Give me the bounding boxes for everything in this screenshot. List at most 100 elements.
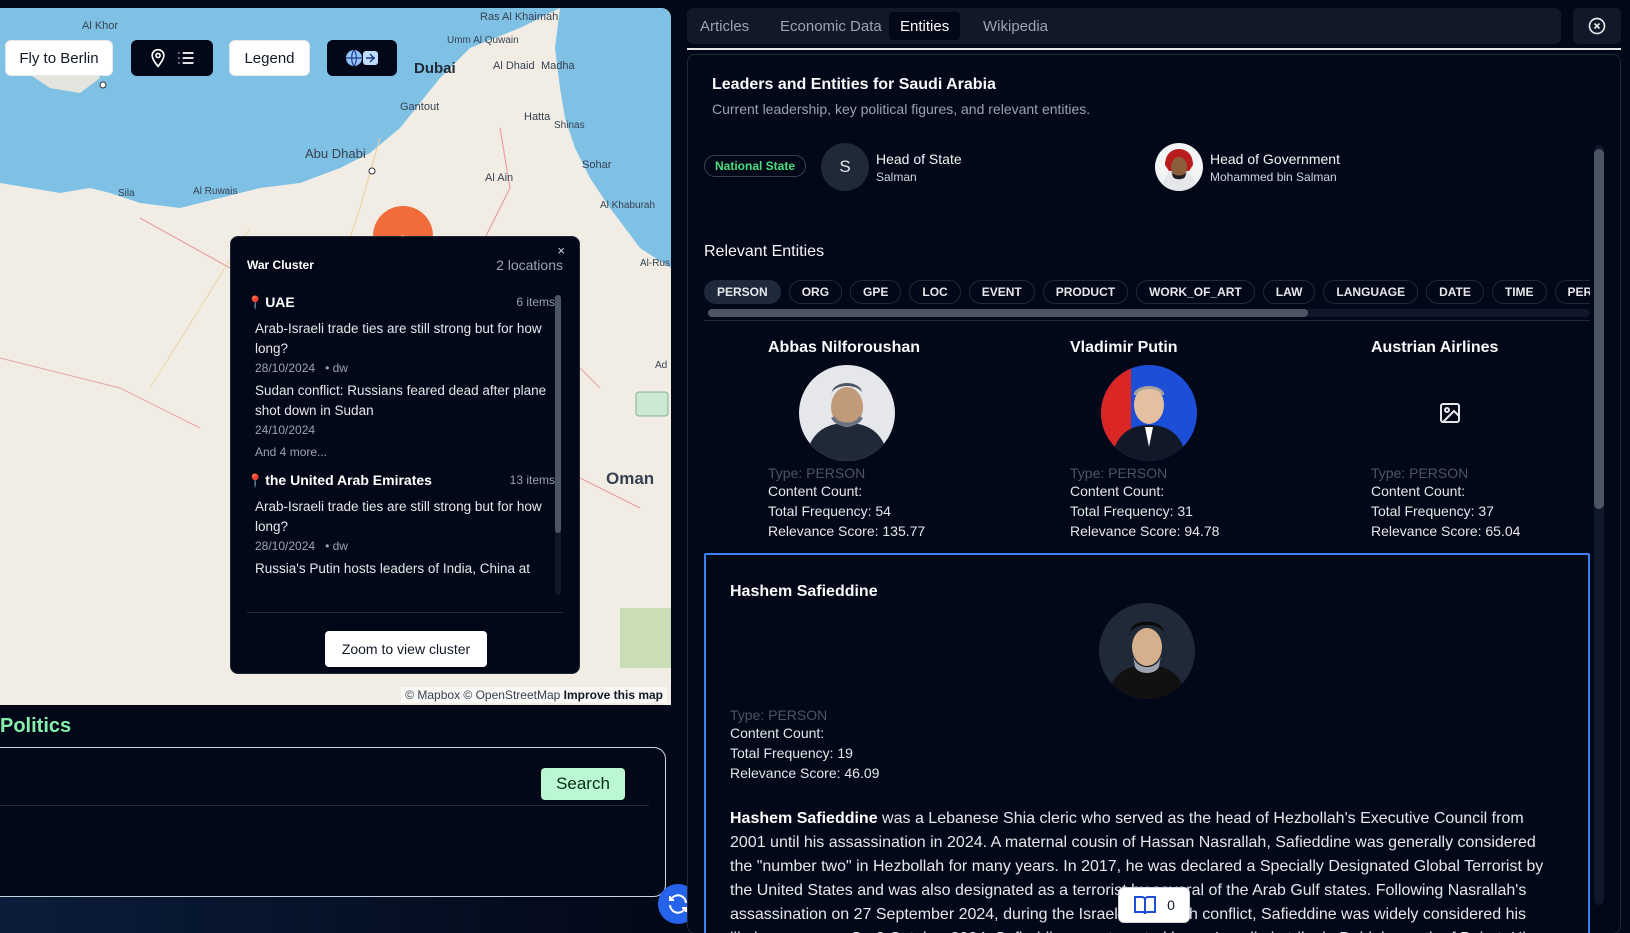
chip-event[interactable]: EVENT [968,280,1035,304]
detail-photo [1099,603,1195,699]
place-label: Hatta [524,111,551,123]
popup-scrollbar[interactable] [555,295,561,595]
improve-map-link[interactable]: Improve this map [564,688,663,702]
entity-content-count: Content Count: [1070,483,1165,499]
entity-card[interactable]: Austrian Airlines Type: PERSON Content C… [1371,339,1620,541]
chips-scrollbar[interactable] [708,309,1590,317]
list-icon [178,52,194,64]
entity-photo [1101,365,1197,461]
search-button[interactable]: Search [541,768,625,800]
popup-list[interactable]: 📍 UAE 6 items Arab-Israeli trade ties are… [247,291,555,589]
chip-language[interactable]: LANGUAGE [1323,280,1419,304]
close-circle-icon [1588,17,1606,35]
avatar [1155,143,1203,191]
leader-role: Head of Government [1210,150,1340,167]
place-label: Al Khor [82,20,119,32]
leader-role: Head of State [876,150,962,167]
entity-type: Type: PERSON [1070,465,1168,481]
location-name: the United Arab Emirates [265,471,432,488]
close-panel-button[interactable] [1573,8,1621,44]
chip-loc[interactable]: LOC [909,280,961,304]
article-date: 24/10/2024 [255,423,316,437]
place-label: Al Ruwais [193,186,238,197]
place-label: Ras Al Khaimah [480,11,559,23]
place-label: Al Ain [485,172,514,184]
entity-content-count: Content Count: [1371,483,1466,499]
entity-content-count: Content Count: [730,725,825,741]
tab-underline [687,48,1621,50]
footer-glow [0,897,671,933]
chip-time[interactable]: TIME [1491,280,1547,304]
article-source: • dw [325,361,348,375]
article-date: 28/10/2024 [255,361,316,375]
article-title[interactable]: Arab-Israeli trade ties are still strong… [255,497,555,537]
entity-card[interactable]: Vladimir Putin Type: PERSON Content Coun… [1070,339,1330,541]
article-title[interactable]: Sudan conflict: Russians feared dead aft… [255,381,555,421]
globe-toggle-icon [346,49,378,67]
entity-frequency: Total Frequency: 31 [1070,503,1193,519]
article-item[interactable]: Sudan conflict: Russians feared dead aft… [247,381,555,437]
entity-name: Vladimir Putin [1070,339,1178,356]
place-label: Sohar [582,159,612,171]
place-label: Ad [655,360,668,371]
chip-person[interactable]: PERSON [704,280,781,304]
place-label: Shinas [554,120,585,131]
place-label: Oman [606,469,655,488]
chip-law[interactable]: LAW [1262,280,1316,304]
entity-relevance: Relevance Score: 65.04 [1371,523,1521,539]
map-view[interactable]: 2 Al Khor Ras Al Khaimah Umm Al Quwain D… [0,8,671,705]
chip-work-of-art[interactable]: WORK_OF_ART [1136,280,1255,304]
place-label: Gantout [400,101,440,113]
items-count: 13 items [509,473,555,487]
fly-to-button[interactable]: Fly to Berlin [5,40,113,76]
items-count: 6 items [516,295,555,309]
article-item[interactable]: Arab-Israeli trade ties are still strong… [247,497,555,553]
popup-title: War Cluster [247,258,314,272]
head-of-government: Head of Government Mohammed bin Salman [1155,143,1340,191]
entity-type-filter: PERSON ORG GPE LOC EVENT PRODUCT WORK_OF_ART LA… [704,280,1590,310]
place-label: Al-Rus [640,258,671,269]
tab-economic-data[interactable]: Economic Data [769,12,893,40]
head-of-state: S Head of State Salman [821,143,962,191]
chip-gpe[interactable]: GPE [850,280,902,304]
chip-date[interactable]: DATE [1426,280,1484,304]
book-open-icon [1134,896,1157,915]
tab-wikipedia[interactable]: Wikipedia [972,12,1059,40]
image-placeholder-icon [1402,365,1498,461]
leader-name: Mohammed bin Salman [1210,169,1337,184]
panel-title: Leaders and Entities for Saudi Arabia [712,76,996,93]
search-panel: Search [0,747,666,897]
entity-type: Type: PERSON [768,465,866,481]
legend-button[interactable]: Legend [229,40,310,76]
attribution-text: © Mapbox © OpenStreetMap [405,688,561,702]
tab-entities[interactable]: Entities [889,12,961,40]
locations-list-button[interactable] [131,40,213,76]
location-group: 📍 the United Arab Emirates 13 items Arab-… [247,469,555,579]
popup-close-icon[interactable]: × [557,243,565,258]
tabs-bar: Articles Economic Data Entities Wikipedi… [687,8,1561,44]
state-badge: National State [704,155,807,177]
article-title[interactable]: Russia's Putin hosts leaders of India, C… [255,559,555,579]
entity-frequency: Total Frequency: 19 [730,745,853,761]
chip-product[interactable]: PRODUCT [1042,280,1129,304]
map-attribution: © Mapbox © OpenStreetMap Improve this ma… [401,687,667,703]
zoom-to-cluster-button[interactable]: Zoom to view cluster [325,631,487,667]
chip-org[interactable]: ORG [788,280,843,304]
entity-frequency: Total Frequency: 54 [768,503,891,519]
more-link[interactable]: And 4 more... [247,445,555,459]
tab-articles[interactable]: Articles [689,12,760,40]
article-item[interactable]: Arab-Israeli trade ties are still strong… [247,319,555,375]
popup-count: 2 locations [496,257,563,273]
article-item[interactable]: Russia's Putin hosts leaders of India, C… [247,559,555,579]
chip-percent[interactable]: PERCENT [1554,280,1590,304]
reading-list-button[interactable]: 0 [1118,887,1190,923]
globe-toggle-button[interactable] [327,40,397,76]
entity-card[interactable]: Abbas Nilforoushan Type: PERSON Content … [768,339,1028,541]
place-label: Al Khaburah [600,200,656,211]
bio-name: Hashem Safieddine [730,810,878,827]
article-source: • dw [325,539,348,553]
place-label: Madha [541,60,575,72]
article-title[interactable]: Arab-Israeli trade ties are still strong… [255,319,555,359]
selected-entity-detail: Hashem Safieddine Type: PERSON Content C… [704,553,1590,933]
avatar: S [821,143,869,191]
